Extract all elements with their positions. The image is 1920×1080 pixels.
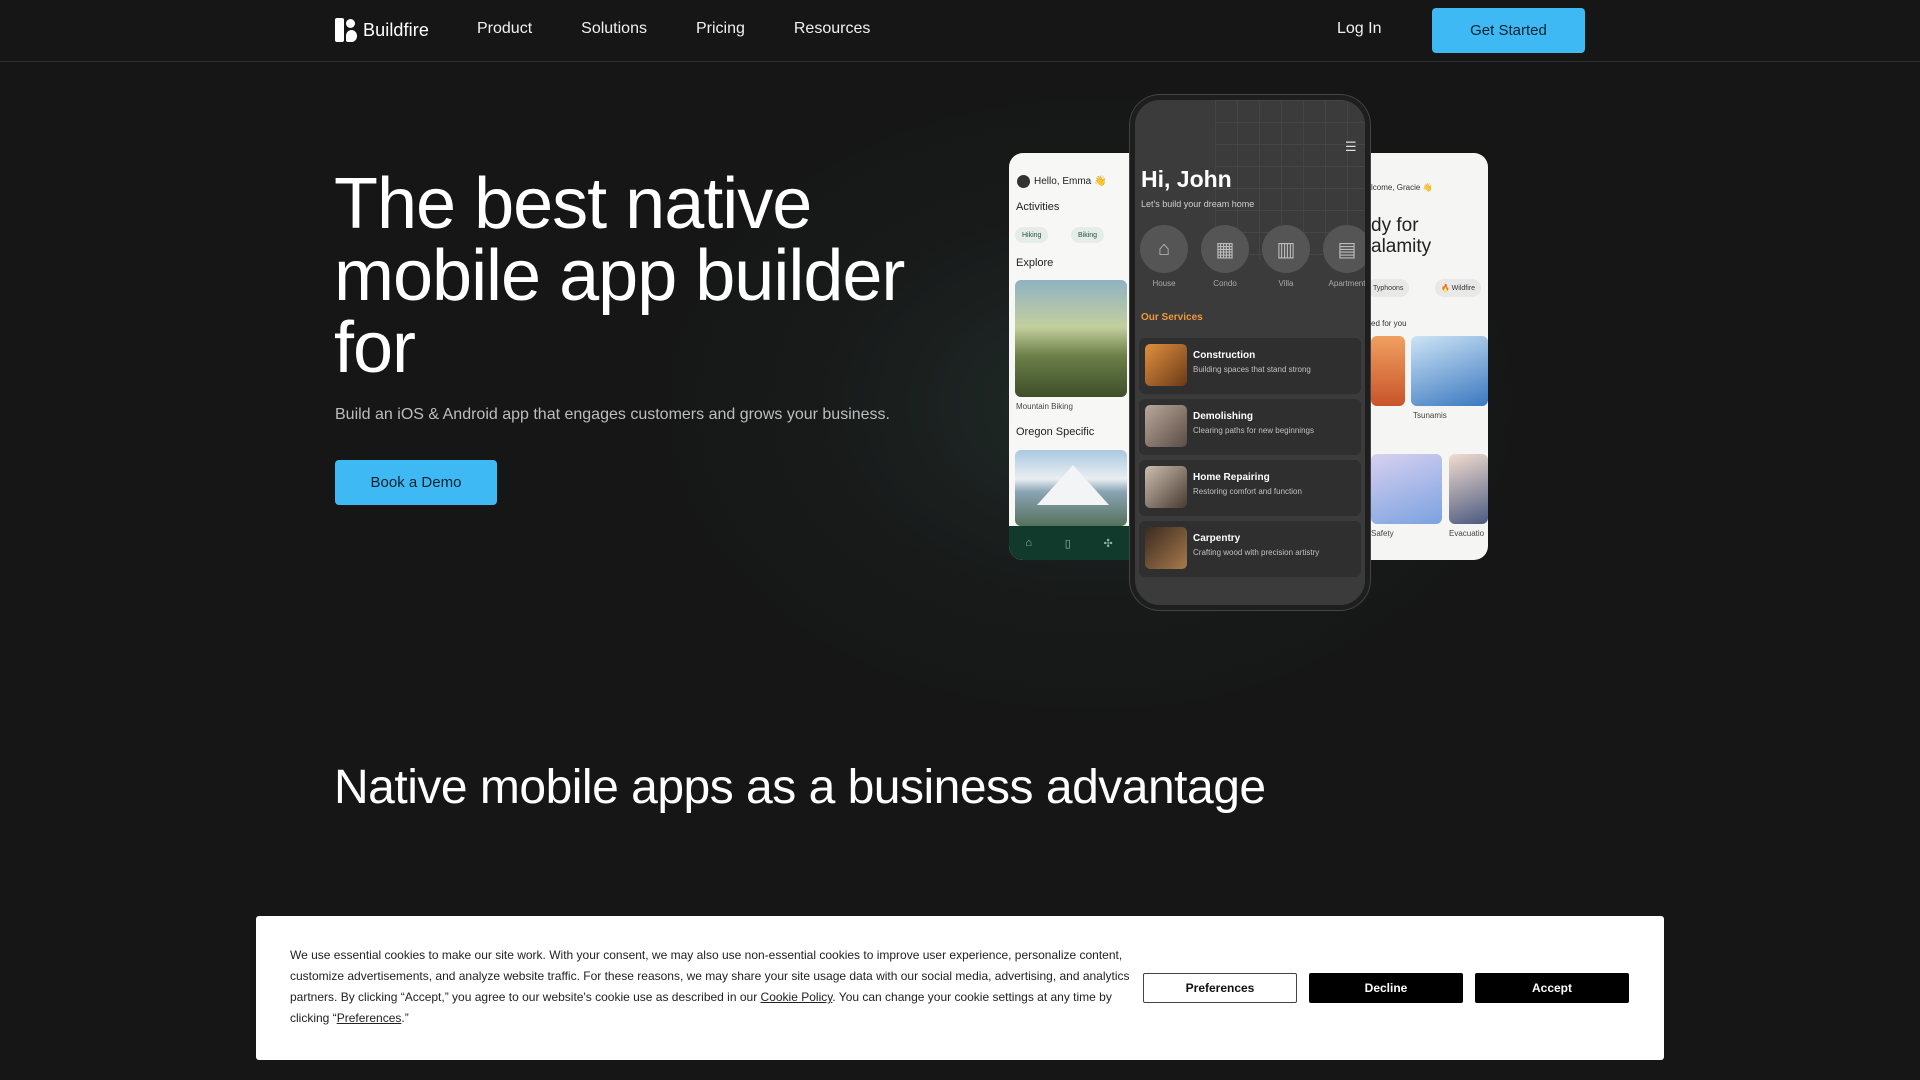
phone-mockup-left: Hello, Emma 👋 Activities Hiking Biking E… xyxy=(1009,153,1129,560)
service-item: Demolishing Clearing paths for new begin… xyxy=(1139,399,1361,455)
section-title: Native mobile apps as a business advanta… xyxy=(334,761,1266,814)
service-item: Carpentry Crafting wood with precision a… xyxy=(1139,521,1361,577)
service-title: Carpentry xyxy=(1193,533,1241,544)
greeting: Hello, Emma 👋 xyxy=(1017,175,1106,188)
bottom-tab-bar: ⌂ ▯ ✣ xyxy=(1009,526,1129,560)
hero-title-line-3: for xyxy=(334,308,416,388)
house-icon: ⌂ xyxy=(1140,225,1188,273)
chip-biking-label: Biking xyxy=(1078,231,1098,239)
chip-hiking: Hiking xyxy=(1015,227,1049,243)
caption-safety: Safety xyxy=(1371,529,1394,538)
service-title: Demolishing xyxy=(1193,411,1254,422)
phone-mockup-center: ☰ Hi, John Let's build your dream home ⌂… xyxy=(1130,95,1370,610)
login-link[interactable]: Log In xyxy=(1337,20,1381,38)
phone-heading-line-1: dy for xyxy=(1371,215,1419,236)
accept-button[interactable]: Accept xyxy=(1475,973,1629,1003)
service-desc: Clearing paths for new beginnings xyxy=(1193,426,1314,435)
avatar xyxy=(1017,175,1030,188)
cookie-policy-link[interactable]: Cookie Policy xyxy=(761,990,833,1004)
buildfire-logo-icon xyxy=(335,18,357,42)
nav-link-solutions[interactable]: Solutions xyxy=(581,20,647,38)
service-desc: Restoring comfort and function xyxy=(1193,487,1302,496)
oregon-heading: Oregon Specific xyxy=(1016,426,1095,438)
cookie-text-end: .” xyxy=(401,1011,409,1025)
condo-icon: ▦ xyxy=(1201,225,1249,273)
category-villa-label: Villa xyxy=(1278,279,1294,288)
logo[interactable]: Buildfire xyxy=(335,18,429,42)
preferences-link[interactable]: Preferences xyxy=(337,1011,402,1025)
apartment-icon: ▤ xyxy=(1323,225,1365,273)
menu-icon: ☰ xyxy=(1345,139,1357,154)
safety-image xyxy=(1371,454,1442,524)
cookie-banner: We use essential cookies to make our sit… xyxy=(256,916,1664,1060)
greeting-text: Hello, Emma 👋 xyxy=(1034,176,1107,187)
category-condo: ▦ Condo xyxy=(1200,225,1250,288)
phone-mockup-right: lcome, Gracie 👋 dy for alamity Typhoons … xyxy=(1371,153,1488,560)
image-caption: Mountain Biking xyxy=(1016,402,1073,411)
hero-subtitle: Build an iOS & Android app that engages … xyxy=(335,406,890,423)
category-house-label: House xyxy=(1152,279,1176,288)
villa-icon: ▥ xyxy=(1262,225,1310,273)
nav-links: Product Solutions Pricing Resources xyxy=(477,20,919,38)
chip-typhoons: Typhoons xyxy=(1371,279,1410,297)
home-icon: ⌂ xyxy=(1025,537,1032,549)
category-apartment: ▤ Apartment xyxy=(1322,225,1366,288)
book-demo-button[interactable]: Book a Demo xyxy=(335,460,497,505)
compass-icon: ✣ xyxy=(1103,537,1113,550)
category-villa: ▥ Villa xyxy=(1261,225,1311,288)
hero-title: The best native mobile app builder for xyxy=(334,168,974,384)
welcome-text: lcome, Gracie 👋 xyxy=(1371,183,1433,192)
category-condo-label: Condo xyxy=(1213,279,1237,288)
mountain-peak-shape xyxy=(1037,465,1109,505)
get-started-button[interactable]: Get Started xyxy=(1432,8,1585,53)
service-item: Construction Building spaces that stand … xyxy=(1139,338,1361,394)
nav-link-pricing[interactable]: Pricing xyxy=(696,20,745,38)
phone-title: Hi, John xyxy=(1141,166,1232,192)
nav-link-resources[interactable]: Resources xyxy=(794,20,870,38)
curated-heading: ed for you xyxy=(1371,319,1407,328)
service-title: Construction xyxy=(1193,350,1256,361)
carpentry-image xyxy=(1145,527,1187,569)
service-title: Home Repairing xyxy=(1193,472,1270,483)
chip-wildfire: 🔥 Wildfire xyxy=(1435,279,1481,297)
hero-title-line-2: mobile app builder xyxy=(334,236,905,316)
demolishing-image xyxy=(1145,405,1187,447)
mountain-biking-image xyxy=(1015,280,1127,397)
services-heading: Our Services xyxy=(1141,312,1203,323)
cookie-text: We use essential cookies to make our sit… xyxy=(290,945,1130,1029)
caption-tsunamis: Tsunamis xyxy=(1413,411,1447,420)
disaster-image xyxy=(1371,336,1405,406)
home-repairing-image xyxy=(1145,466,1187,508)
activities-heading: Activities xyxy=(1016,201,1060,213)
category-apartment-label: Apartment xyxy=(1328,279,1366,288)
phone-heading: dy for alamity xyxy=(1371,215,1431,257)
chip-wildfire-label: 🔥 Wildfire xyxy=(1441,285,1475,292)
explore-heading: Explore xyxy=(1016,257,1054,269)
caption-evacuation: Evacuatio xyxy=(1449,529,1485,538)
service-desc: Building spaces that stand strong xyxy=(1193,365,1311,374)
hero-title-line-1: The best native xyxy=(334,164,812,244)
phone-heading-line-2: alamity xyxy=(1371,236,1432,257)
service-item: Home Repairing Restoring comfort and fun… xyxy=(1139,460,1361,516)
chip-hiking-label: Hiking xyxy=(1022,231,1042,239)
logo-text: Buildfire xyxy=(363,19,429,40)
phone-subtitle: Let's build your dream home xyxy=(1141,199,1255,209)
construction-image xyxy=(1145,344,1187,386)
nav-link-product[interactable]: Product xyxy=(477,20,532,38)
chip-typhoons-label: Typhoons xyxy=(1373,284,1404,292)
tsunami-image xyxy=(1411,336,1488,406)
preferences-button[interactable]: Preferences xyxy=(1143,973,1297,1003)
service-desc: Crafting wood with precision artistry xyxy=(1193,548,1320,557)
decline-button[interactable]: Decline xyxy=(1309,973,1463,1003)
evacuation-image xyxy=(1449,454,1488,524)
chip-biking: Biking xyxy=(1071,227,1105,243)
map-icon: ▯ xyxy=(1064,537,1071,550)
top-nav: Buildfire Product Solutions Pricing Reso… xyxy=(0,0,1920,62)
category-house: ⌂ House xyxy=(1139,225,1189,288)
